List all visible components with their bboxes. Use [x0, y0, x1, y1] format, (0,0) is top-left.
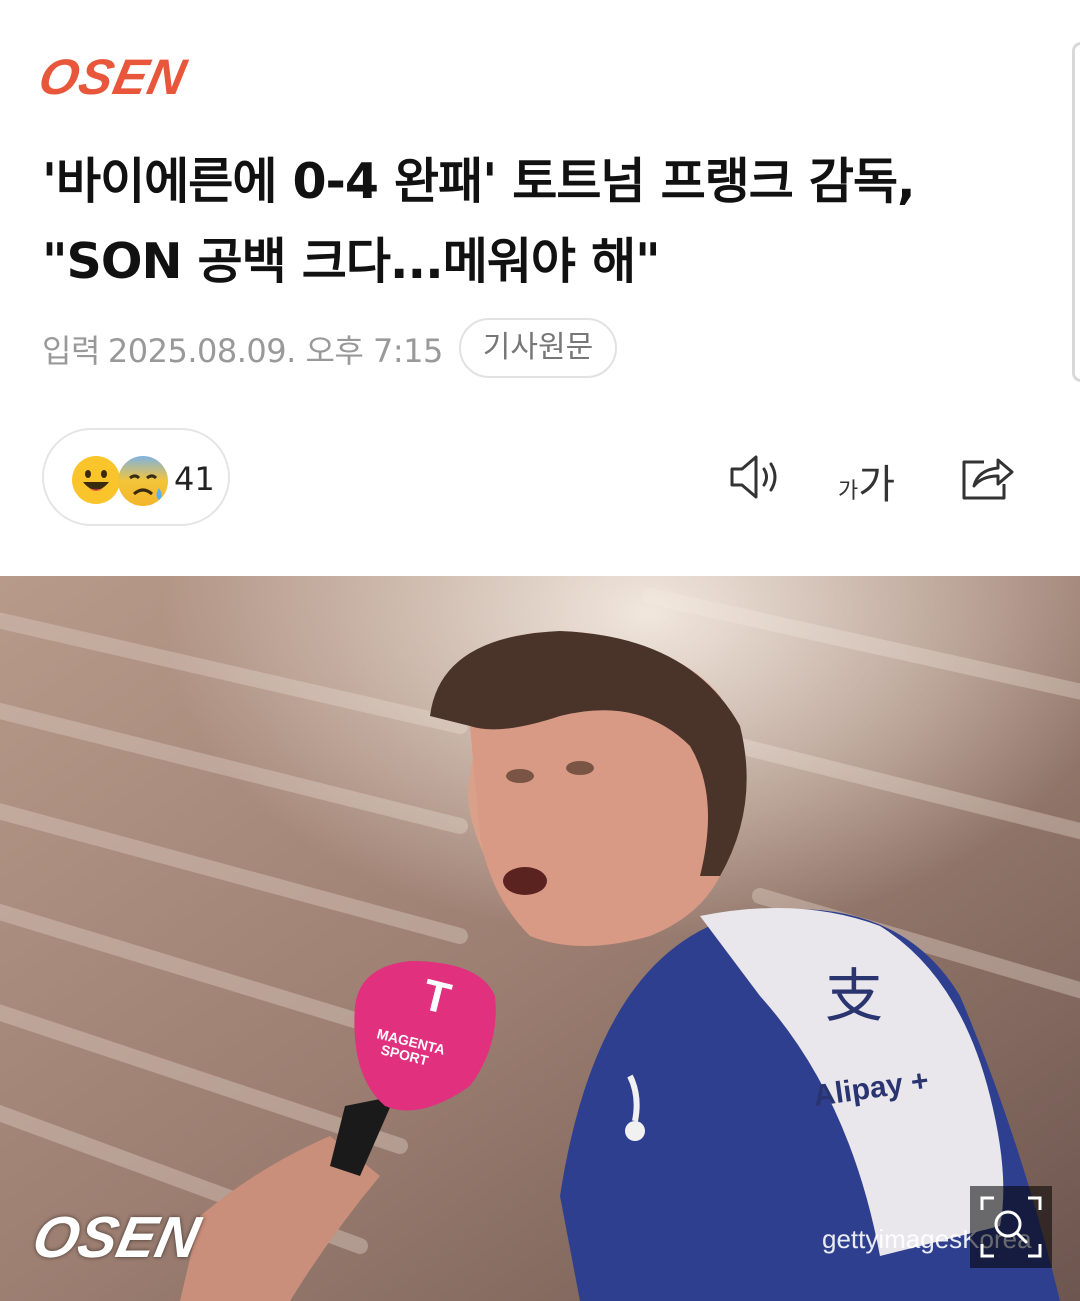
- article-title: '바이에른에 0-4 완패' 토트넘 프랭크 감독, "SON 공백 크다...…: [42, 153, 916, 290]
- font-size-button[interactable]: 가가: [838, 452, 895, 510]
- reaction-count: 41: [174, 460, 215, 498]
- sad-sweat-emoji-icon: [118, 456, 168, 506]
- original-article-button[interactable]: 기사원문: [459, 318, 617, 378]
- article-date: 2025.08.09. 오후 7:15: [107, 332, 443, 370]
- scrollbar[interactable]: [1072, 42, 1080, 382]
- smile-emoji-icon: [72, 456, 120, 504]
- article-meta: 입력 2025.08.09. 오후 7:15: [42, 326, 443, 372]
- reaction-button[interactable]: 41: [42, 428, 230, 526]
- speaker-icon[interactable]: [728, 452, 784, 502]
- font-size-small-label: 가: [838, 479, 859, 504]
- zoom-button[interactable]: [970, 1186, 1052, 1268]
- photo-watermark-logo: OSEN: [27, 1205, 206, 1270]
- svg-text:支: 支: [825, 962, 883, 1030]
- osen-logo[interactable]: OSEN: [34, 48, 192, 106]
- photo-image: 支 Alipay + T MAGENTA SPORT: [0, 576, 1080, 1301]
- share-icon[interactable]: [958, 452, 1016, 502]
- date-label: 입력: [42, 332, 100, 370]
- article-photo[interactable]: 支 Alipay + T MAGENTA SPORT OSEN gettyima…: [0, 576, 1080, 1301]
- zoom-icon: [980, 1196, 1042, 1258]
- font-size-big-label: 가: [858, 462, 896, 508]
